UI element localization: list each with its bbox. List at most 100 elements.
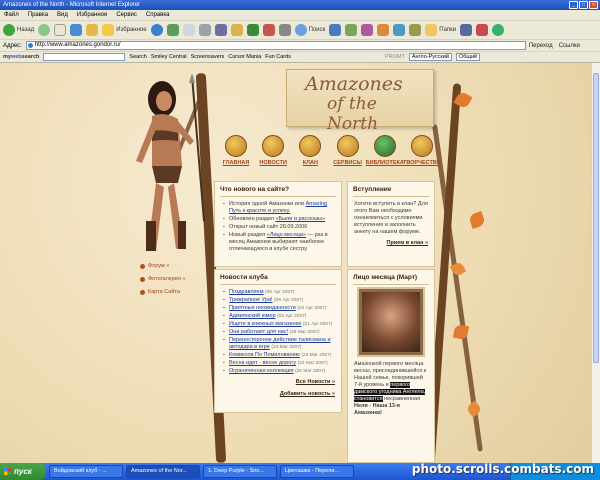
search-button[interactable]: Поиск <box>294 24 326 36</box>
join-box: Вступление Хотите вступить в клан? Для э… <box>347 181 435 267</box>
mail-red-icon[interactable] <box>476 24 489 36</box>
side-link-gallery[interactable]: Фотогалерея » <box>140 276 186 282</box>
news-item: Комиксов По Помилованию (23 Mar 2007) <box>223 352 337 359</box>
plugin-icon[interactable] <box>361 24 374 36</box>
side-link-sitemap[interactable]: Карта Сайта <box>140 289 186 295</box>
back-label: Назад <box>17 27 35 33</box>
tools-icon[interactable] <box>278 24 291 36</box>
page-scrollbar[interactable] <box>591 63 600 463</box>
back-button[interactable]: Назад <box>3 24 34 36</box>
taskbar-item[interactable]: Цветашка - Перепи... <box>280 465 354 478</box>
bullet-icon <box>140 276 145 282</box>
news-item: Весна идет - весне дорогу (22 Mar 2007) <box>223 360 337 367</box>
research-icon[interactable] <box>246 24 259 36</box>
menu-view[interactable]: Вид <box>57 10 68 20</box>
bullet-icon <box>140 263 145 269</box>
history-icon[interactable] <box>166 24 179 36</box>
messenger-icon[interactable] <box>230 24 243 36</box>
link-icon[interactable] <box>345 24 358 36</box>
nav-library-label: БИБЛИОТЕКА <box>365 160 404 166</box>
discuss-icon[interactable] <box>262 24 275 36</box>
maximize-button[interactable]: □ <box>579 1 588 9</box>
mail-icon[interactable] <box>182 24 195 36</box>
news-item: Ищете в книжных магазинах (01 Apr 2007) <box>223 321 337 328</box>
member-portrait[interactable] <box>359 289 423 355</box>
url-field[interactable]: http://www.amazones.gondor.ru/ <box>25 41 526 50</box>
minimize-button[interactable]: _ <box>569 1 578 9</box>
go-button[interactable]: Переход <box>529 43 553 49</box>
fun-cards-link[interactable]: Fun Cards <box>265 54 291 60</box>
face-name: Неля - Наша 13-я Амазонка! <box>354 403 400 416</box>
stop-icon[interactable] <box>54 24 67 36</box>
nav-news[interactable]: НОВОСТИ <box>255 135 291 179</box>
face-of-month-link[interactable]: «Лицо месяца» <box>267 232 306 238</box>
chart-icon[interactable] <box>329 24 342 36</box>
site-banner: Amazones of the North <box>286 69 434 134</box>
list-item: История одной Амазонки или Amazing Путь … <box>223 201 337 215</box>
divider <box>353 196 429 197</box>
cursor-mania-link[interactable]: Cursor Mania <box>228 54 261 60</box>
promt-topic-select[interactable]: Общий <box>456 53 481 61</box>
home-icon[interactable] <box>86 24 99 36</box>
folder-icon <box>425 24 438 36</box>
menu-file[interactable]: Файл <box>4 10 19 20</box>
nav-services-label: СЕРВИСЫ <box>333 160 362 166</box>
folders-button[interactable]: Папки <box>425 24 456 36</box>
messenger-green-icon[interactable] <box>492 24 505 36</box>
nav-home[interactable]: ГЛАВНАЯ <box>218 135 254 179</box>
print-icon[interactable] <box>198 24 211 36</box>
menu-help[interactable]: Справка <box>146 10 170 20</box>
stories-section-link[interactable]: «Были и рассказы» <box>275 216 325 222</box>
star-icon <box>102 24 115 36</box>
nav-services[interactable]: СЕРВИСЫ <box>330 135 366 179</box>
address-bar: Адрес: http://www.amazones.gondor.ru/ Пе… <box>0 40 600 52</box>
menu-edit[interactable]: Правка <box>28 10 48 20</box>
news-item: Они работают для нас! (29 Mar 2007) <box>223 329 337 336</box>
folders-label: Папки <box>439 27 457 33</box>
edit-icon[interactable] <box>214 24 227 36</box>
music-icon[interactable] <box>377 24 390 36</box>
news-item: Трижрапное Ура! (06 Apr 2007) <box>223 297 337 304</box>
divider <box>220 284 336 285</box>
mywebsearch-search-button[interactable]: Search <box>129 54 146 60</box>
window-title: Amazones of the North - Microsoft Intern… <box>3 2 141 8</box>
list-item: Обновлен раздел «Были и рассказы» <box>223 216 337 223</box>
nav-clan[interactable]: КЛАН <box>292 135 328 179</box>
forward-arrow-icon[interactable] <box>38 24 51 36</box>
menu-tools[interactable]: Сервис <box>116 10 137 20</box>
site-main-nav: ГЛАВНАЯ НОВОСТИ КЛАН СЕРВИСЫ БИБЛИОТЕКА … <box>214 135 444 179</box>
menu-favorites[interactable]: Избранное <box>77 10 107 20</box>
search-label: Поиск <box>308 27 326 33</box>
club-news-box: Новости клуба Поздравляем (06 Apr 2007) … <box>214 269 342 413</box>
start-button[interactable]: пуск <box>0 463 46 480</box>
news-item: Переносторонне действие талисмана и авто… <box>223 337 337 351</box>
smiley-central-link[interactable]: Smiley Central <box>151 54 187 60</box>
side-link-forum[interactable]: Форум » <box>140 263 186 269</box>
paste-icon[interactable] <box>409 24 422 36</box>
site-title-line2: of the North <box>327 94 379 134</box>
mywebsearch-input[interactable] <box>43 53 126 61</box>
taskbar-item-active[interactable]: Amazones of the Nor... <box>126 465 200 478</box>
taskbar-item[interactable]: 1. Deep Purple - Sno... <box>203 465 277 478</box>
media-icon[interactable] <box>150 24 163 36</box>
news-item: Ограниченная коллекция (20 Mar 2007) <box>223 368 337 375</box>
favorites-button[interactable]: Избранное <box>102 24 147 36</box>
copy-icon[interactable] <box>393 24 406 36</box>
services-nav-icon <box>336 135 359 157</box>
refresh-icon[interactable] <box>70 24 83 36</box>
screensavers-link[interactable]: Screensavers <box>191 54 225 60</box>
nav-creativity[interactable]: ТВОРЧЕСТВО <box>403 135 441 179</box>
nav-library[interactable]: БИБЛИОТЕКА <box>365 135 404 179</box>
close-button[interactable]: × <box>589 1 598 9</box>
whats-new-box: Что нового на сайте? История одной Амазо… <box>214 181 342 267</box>
taskbar-item[interactable]: Войдовский клуб - ... <box>49 465 123 478</box>
view-icon[interactable] <box>460 24 473 36</box>
scrollbar-thumb[interactable] <box>593 73 599 363</box>
links-button[interactable]: Ссылки <box>559 43 580 49</box>
all-news-link[interactable]: Все Новости » <box>215 379 341 385</box>
promt-language-select[interactable]: Англо-Русский <box>408 53 452 61</box>
add-news-link[interactable]: Добавить новость » <box>215 391 341 397</box>
list-item: Открыт новый сайт 28.09.2006 <box>223 224 337 231</box>
news-nav-icon <box>262 135 285 157</box>
join-clan-link[interactable]: Прием в клан » <box>348 240 434 246</box>
